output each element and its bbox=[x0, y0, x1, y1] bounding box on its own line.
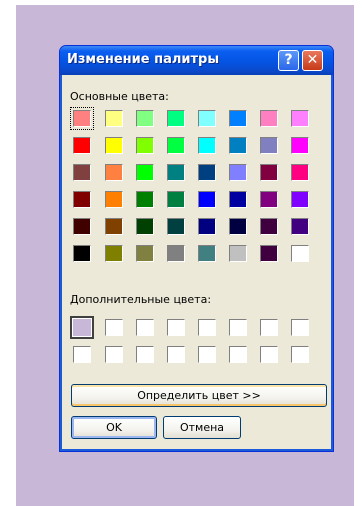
custom-color-swatch[interactable] bbox=[167, 346, 185, 363]
custom-color-swatch[interactable] bbox=[260, 319, 278, 336]
basic-color-swatch[interactable] bbox=[105, 110, 123, 127]
basic-color-swatch[interactable] bbox=[105, 137, 123, 154]
basic-colors-label: Основные цвета: bbox=[70, 90, 169, 103]
basic-color-swatch[interactable] bbox=[291, 191, 309, 208]
custom-color-swatch[interactable] bbox=[260, 346, 278, 363]
title-bar[interactable]: Изменение палитры ? ✕ bbox=[60, 46, 333, 75]
basic-color-swatch[interactable] bbox=[229, 245, 247, 262]
basic-color-swatch[interactable] bbox=[73, 164, 91, 181]
define-custom-colors-button[interactable]: Определить цвет >> bbox=[71, 384, 327, 407]
custom-color-swatch[interactable] bbox=[105, 319, 123, 336]
basic-color-swatch[interactable] bbox=[105, 164, 123, 181]
basic-color-swatch[interactable] bbox=[291, 245, 309, 262]
basic-color-swatch[interactable] bbox=[229, 137, 247, 154]
basic-color-swatch[interactable] bbox=[260, 137, 278, 154]
help-button[interactable]: ? bbox=[278, 50, 299, 71]
custom-color-swatch[interactable] bbox=[167, 319, 185, 336]
basic-color-swatch[interactable] bbox=[136, 164, 154, 181]
custom-color-swatch[interactable] bbox=[229, 346, 247, 363]
basic-color-swatch[interactable] bbox=[198, 110, 216, 127]
cancel-button[interactable]: Отмена bbox=[163, 416, 241, 439]
basic-color-swatch[interactable] bbox=[198, 218, 216, 235]
basic-color-swatch[interactable] bbox=[105, 191, 123, 208]
custom-color-swatch[interactable] bbox=[291, 319, 309, 336]
edit-colors-dialog: Изменение палитры ? ✕ Основные цвета: До… bbox=[59, 45, 334, 452]
custom-color-swatch[interactable] bbox=[73, 346, 91, 363]
basic-color-swatch[interactable] bbox=[105, 218, 123, 235]
custom-color-swatch[interactable] bbox=[105, 346, 123, 363]
basic-color-swatch[interactable] bbox=[260, 110, 278, 127]
basic-color-swatch[interactable] bbox=[229, 164, 247, 181]
basic-color-swatch[interactable] bbox=[167, 218, 185, 235]
basic-color-swatch[interactable] bbox=[73, 218, 91, 235]
basic-color-swatch[interactable] bbox=[198, 191, 216, 208]
basic-color-swatch[interactable] bbox=[136, 245, 154, 262]
custom-color-swatch[interactable] bbox=[198, 346, 216, 363]
basic-color-swatch[interactable] bbox=[198, 164, 216, 181]
custom-colors-label: Дополнительные цвета: bbox=[70, 293, 212, 306]
basic-color-swatch[interactable] bbox=[198, 137, 216, 154]
basic-color-swatch[interactable] bbox=[136, 137, 154, 154]
basic-color-swatch[interactable] bbox=[167, 191, 185, 208]
basic-color-swatch[interactable] bbox=[136, 218, 154, 235]
custom-color-swatch[interactable] bbox=[229, 319, 247, 336]
help-icon: ? bbox=[284, 52, 293, 68]
custom-color-swatch[interactable] bbox=[291, 346, 309, 363]
basic-color-swatch[interactable] bbox=[260, 164, 278, 181]
basic-color-swatch[interactable] bbox=[291, 218, 309, 235]
basic-color-swatch[interactable] bbox=[229, 110, 247, 127]
basic-color-swatch[interactable] bbox=[260, 191, 278, 208]
custom-color-swatch[interactable] bbox=[70, 316, 94, 339]
basic-color-swatch[interactable] bbox=[167, 245, 185, 262]
basic-color-swatch[interactable] bbox=[167, 110, 185, 127]
dialog-body: Основные цвета: Дополнительные цвета: Оп… bbox=[63, 75, 330, 448]
window-title: Изменение палитры bbox=[67, 52, 220, 67]
basic-color-swatch[interactable] bbox=[136, 110, 154, 127]
basic-color-swatch[interactable] bbox=[105, 245, 123, 262]
basic-color-swatch[interactable] bbox=[291, 164, 309, 181]
basic-color-swatch[interactable] bbox=[291, 137, 309, 154]
basic-color-swatch[interactable] bbox=[73, 191, 91, 208]
close-button[interactable]: ✕ bbox=[302, 50, 323, 71]
custom-color-swatch[interactable] bbox=[136, 346, 154, 363]
basic-color-swatch[interactable] bbox=[260, 218, 278, 235]
basic-color-swatch[interactable] bbox=[136, 191, 154, 208]
ok-button[interactable]: OK bbox=[71, 416, 157, 439]
custom-color-swatch[interactable] bbox=[198, 319, 216, 336]
basic-color-swatch[interactable] bbox=[167, 137, 185, 154]
close-icon: ✕ bbox=[306, 52, 319, 68]
basic-color-swatch[interactable] bbox=[70, 107, 94, 130]
basic-color-swatch[interactable] bbox=[167, 164, 185, 181]
basic-color-swatch[interactable] bbox=[229, 218, 247, 235]
basic-color-swatch[interactable] bbox=[73, 137, 91, 154]
basic-color-swatch[interactable] bbox=[198, 245, 216, 262]
custom-color-swatch[interactable] bbox=[136, 319, 154, 336]
basic-color-swatch[interactable] bbox=[229, 191, 247, 208]
basic-color-swatch[interactable] bbox=[73, 245, 91, 262]
basic-color-swatch[interactable] bbox=[291, 110, 309, 127]
basic-color-swatch[interactable] bbox=[260, 245, 278, 262]
